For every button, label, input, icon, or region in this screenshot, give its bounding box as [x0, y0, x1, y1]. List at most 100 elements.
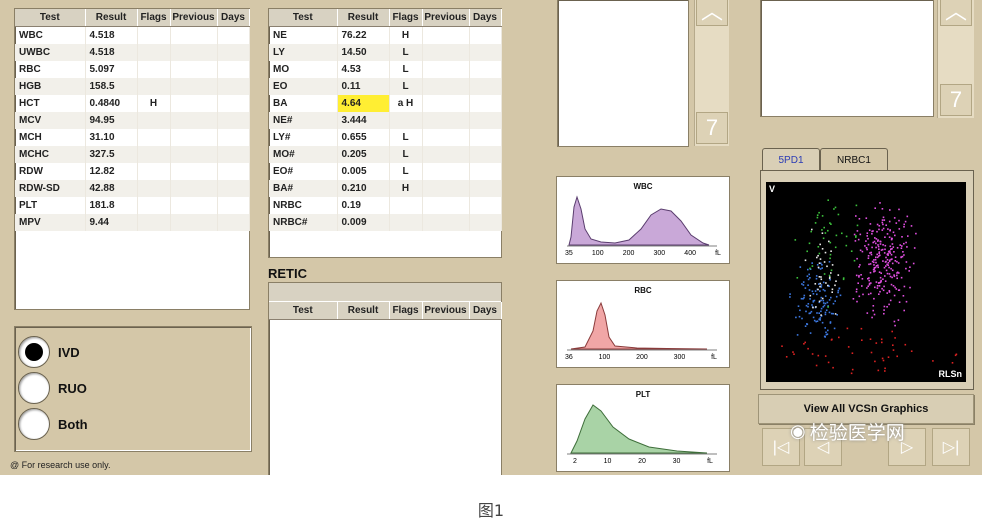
scatter-point	[804, 287, 807, 289]
previous-value	[170, 197, 218, 214]
scatter-point	[884, 370, 886, 372]
flag-value: L	[389, 146, 423, 163]
result-value: 0.655	[337, 129, 390, 146]
vertical-scrollbar-2[interactable]: ︿ 7	[937, 0, 974, 118]
scatter-point	[876, 223, 879, 226]
scatter-point	[832, 302, 835, 305]
scatter-point	[861, 250, 864, 253]
scroll-down-button[interactable]: 7	[940, 84, 972, 116]
scatter-point	[881, 229, 884, 231]
scatter-point	[901, 236, 903, 238]
scatter-point	[882, 216, 885, 219]
scatter-point	[896, 355, 898, 358]
scatter-point	[856, 300, 858, 303]
result-value: 3.444	[337, 112, 390, 129]
scatter-point	[886, 233, 889, 235]
test-name: LY#	[269, 129, 338, 146]
scatter-point	[847, 346, 850, 348]
days-value	[217, 146, 250, 163]
mode-option-both[interactable]: Both	[18, 408, 88, 440]
scatter-point	[867, 255, 870, 257]
scatter-point	[792, 351, 794, 353]
flag-value	[137, 44, 171, 61]
scatter-point	[881, 341, 883, 344]
scatter-point	[875, 261, 877, 264]
scatter-point	[890, 283, 893, 286]
scatter-point	[839, 294, 842, 297]
result-value: 158.5	[85, 78, 138, 95]
vertical-scrollbar-1[interactable]: ︿ 7	[694, 0, 729, 146]
scatter-point	[802, 284, 805, 286]
scatter-point	[835, 295, 838, 298]
scatter-point	[826, 301, 829, 304]
days-value	[217, 180, 250, 197]
scatter-point	[818, 283, 820, 285]
scatter-point	[811, 304, 813, 306]
scatter-point	[881, 208, 884, 210]
scatter-point	[887, 356, 890, 358]
scatter-point	[805, 304, 808, 307]
table-row: NE# 3.444	[269, 112, 502, 129]
days-value	[217, 26, 250, 44]
scatter-point	[821, 321, 824, 324]
scatter-point	[835, 280, 837, 282]
scatter-point	[875, 256, 877, 259]
days-value	[217, 197, 250, 214]
days-value	[469, 26, 502, 44]
last-button[interactable]: ▷|	[932, 428, 970, 466]
result-value: 76.22	[337, 26, 390, 44]
tab-5pd1[interactable]: 5PD1	[762, 148, 820, 171]
scatter-point	[882, 227, 885, 230]
scatter-point	[896, 277, 898, 280]
column-header: Test	[269, 302, 338, 320]
radio-label: Both	[58, 416, 88, 432]
scatter-point	[811, 290, 814, 293]
radio-button[interactable]	[18, 408, 50, 440]
scatter-point	[869, 223, 872, 225]
scatter-point	[932, 360, 934, 362]
scatter-point	[817, 354, 820, 357]
previous-value	[422, 78, 470, 95]
scatter-point	[806, 275, 809, 277]
table-row: LY# 0.655 L	[269, 129, 502, 146]
scatter-point	[820, 299, 822, 302]
previous-value	[422, 44, 470, 61]
scatter-point	[889, 229, 891, 232]
scatter-point	[818, 252, 821, 255]
column-header: Flags	[389, 9, 423, 27]
test-name: BA#	[269, 180, 338, 197]
mode-option-ivd[interactable]: IVD	[18, 336, 80, 368]
scatter-point	[816, 214, 819, 216]
previous-value	[170, 26, 218, 44]
test-name: HCT	[15, 95, 86, 112]
flag-value: L	[389, 163, 423, 180]
scatter-point	[891, 237, 893, 240]
scatter-point	[905, 241, 907, 244]
scatter-point	[868, 263, 870, 266]
scatter-point	[874, 207, 876, 209]
radio-button[interactable]	[18, 372, 50, 404]
scroll-up-button[interactable]: ︿	[696, 0, 728, 26]
days-value	[469, 197, 502, 214]
previous-value	[170, 95, 218, 112]
scatter-point	[793, 353, 795, 355]
histogram-ticks: 35 100 200 300 400 fL	[565, 250, 721, 257]
table-row: EO# 0.005 L	[269, 163, 502, 180]
scroll-down-button[interactable]: 7	[696, 112, 728, 144]
scroll-up-button[interactable]: ︿	[940, 0, 972, 26]
scatter-point	[828, 277, 831, 279]
scatter-point	[893, 320, 896, 323]
mode-option-ruo[interactable]: RUO	[18, 372, 87, 404]
scatter-point	[820, 278, 823, 281]
scatter-point	[799, 266, 802, 268]
tab-nrbc1[interactable]: NRBC1	[820, 148, 888, 171]
scatter-point	[837, 213, 840, 216]
radio-button[interactable]	[18, 336, 50, 368]
scatter-point	[869, 263, 872, 265]
scatter-point	[817, 246, 820, 248]
flag-value	[137, 146, 171, 163]
scatter-point	[870, 351, 873, 354]
table-row: HCT 0.4840 H	[15, 95, 250, 112]
table-row: BA# 0.210 H	[269, 180, 502, 197]
scatter-point	[830, 296, 832, 299]
